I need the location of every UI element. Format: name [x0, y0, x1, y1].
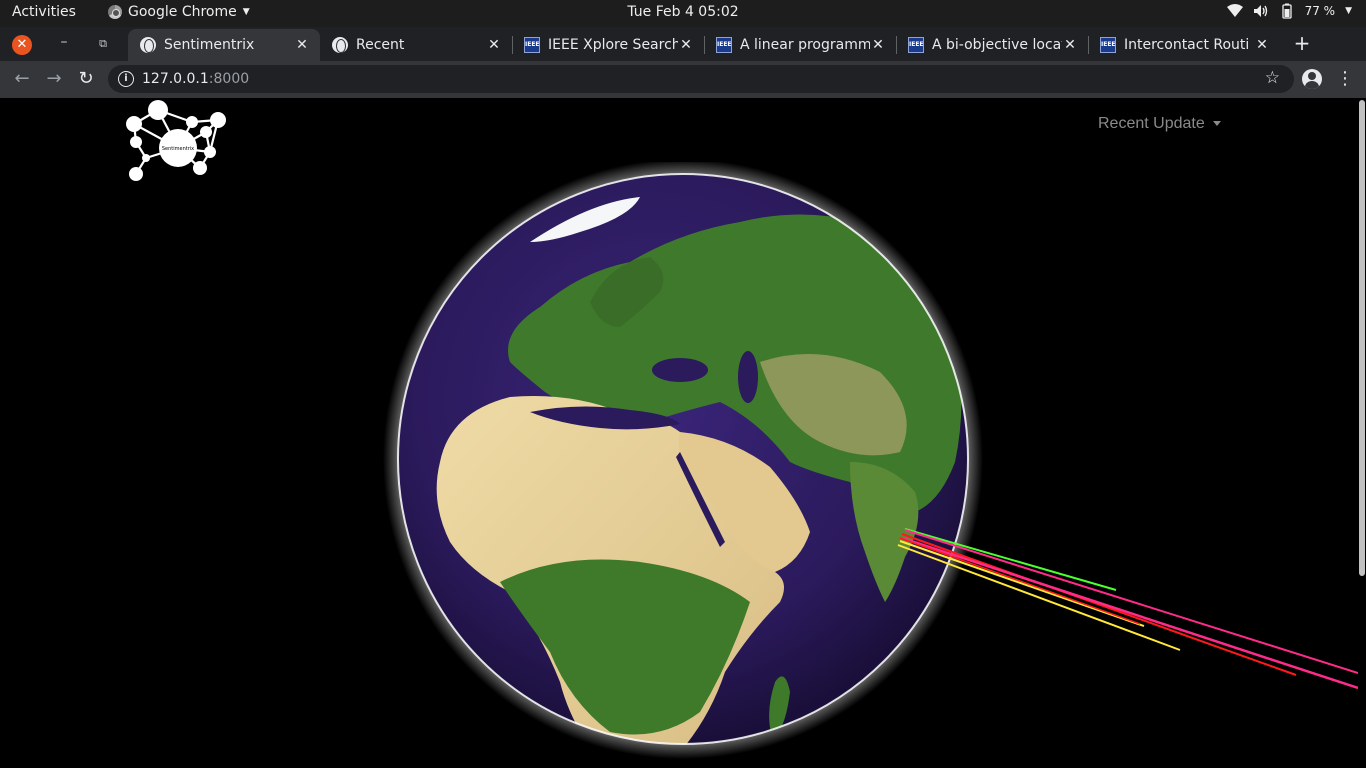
- chevron-down-icon: ▼: [1345, 6, 1352, 16]
- minimize-window-button[interactable]: –: [56, 34, 72, 54]
- system-top-bar: Activities Google Chrome ▼ Tue Feb 4 05:…: [0, 0, 1366, 27]
- arc-line-yellow: [897, 544, 1181, 651]
- arc-line-yellow: [899, 540, 1145, 627]
- url-text: 127.0.0.1:8000: [142, 71, 249, 87]
- address-bar[interactable]: i 127.0.0.1:8000 ☆: [108, 65, 1294, 93]
- clock-container: Tue Feb 4 05:02: [0, 4, 1366, 20]
- arc-line-magenta: [901, 536, 1358, 690]
- close-tab-icon[interactable]: ✕: [1254, 37, 1270, 53]
- system-tray[interactable]: 77 % ▼: [1226, 3, 1352, 19]
- profile-avatar-icon[interactable]: [1302, 69, 1322, 89]
- close-tab-icon[interactable]: ✕: [486, 37, 502, 53]
- tab-title: Recent: [356, 37, 405, 53]
- close-tab-icon[interactable]: ✕: [870, 37, 886, 53]
- tab-sentimentrix[interactable]: Sentimentrix ✕: [128, 29, 320, 61]
- tab-intercontact-routing[interactable]: IEEE Intercontact Routi ✕: [1088, 29, 1280, 61]
- forward-button[interactable]: →: [42, 67, 66, 91]
- url-host: 127.0.0.1: [142, 71, 209, 87]
- tab-title: A linear programm: [740, 37, 870, 53]
- arc-line-red: [901, 533, 1297, 676]
- tab-bi-objective[interactable]: IEEE A bi-objective locat ✕: [896, 29, 1088, 61]
- page-scrollbar[interactable]: [1358, 98, 1366, 768]
- close-window-button[interactable]: ✕: [12, 35, 32, 55]
- ieee-icon: IEEE: [716, 37, 732, 53]
- tab-recent[interactable]: Recent ✕: [320, 29, 512, 61]
- globe-icon: [140, 37, 156, 53]
- chrome-menu-button[interactable]: ⋮: [1336, 67, 1354, 91]
- battery-percent: 77 %: [1304, 4, 1336, 18]
- tab-title: A bi-objective locat: [932, 37, 1062, 53]
- arc-line-red: [899, 537, 1141, 625]
- tab-linear-programming[interactable]: IEEE A linear programm ✕: [704, 29, 896, 61]
- tweet-arcs: [897, 528, 1358, 690]
- back-button[interactable]: ←: [10, 67, 34, 91]
- ieee-icon: IEEE: [524, 37, 540, 53]
- web-page: Sentimentrix Recent Update: [0, 98, 1358, 768]
- ieee-icon: IEEE: [1100, 37, 1116, 53]
- tab-ieee-xplore[interactable]: IEEE IEEE Xplore Search ✕: [512, 29, 704, 61]
- close-tab-icon[interactable]: ✕: [294, 37, 310, 53]
- globe-icon: [332, 37, 348, 53]
- tab-title: IEEE Xplore Search: [548, 37, 678, 53]
- new-tab-button[interactable]: +: [1292, 31, 1312, 55]
- clock[interactable]: Tue Feb 4 05:02: [627, 4, 738, 20]
- info-icon[interactable]: i: [118, 71, 134, 87]
- close-tab-icon[interactable]: ✕: [678, 37, 694, 53]
- arc-line-magenta: [904, 529, 1358, 674]
- tab-title: Intercontact Routi: [1124, 37, 1250, 53]
- tab-title: Sentimentrix: [164, 37, 255, 53]
- close-tab-icon[interactable]: ✕: [1062, 37, 1078, 53]
- ieee-icon: IEEE: [908, 37, 924, 53]
- volume-icon: [1253, 5, 1267, 17]
- wifi-icon: [1226, 4, 1243, 17]
- scrollbar-thumb[interactable]: [1359, 100, 1365, 576]
- battery-icon: [1281, 3, 1292, 19]
- bookmark-star-icon[interactable]: ☆: [1265, 68, 1280, 88]
- reload-button[interactable]: ↻: [74, 67, 98, 91]
- restore-window-button[interactable]: ⧉: [95, 34, 111, 54]
- url-port: :8000: [208, 71, 250, 87]
